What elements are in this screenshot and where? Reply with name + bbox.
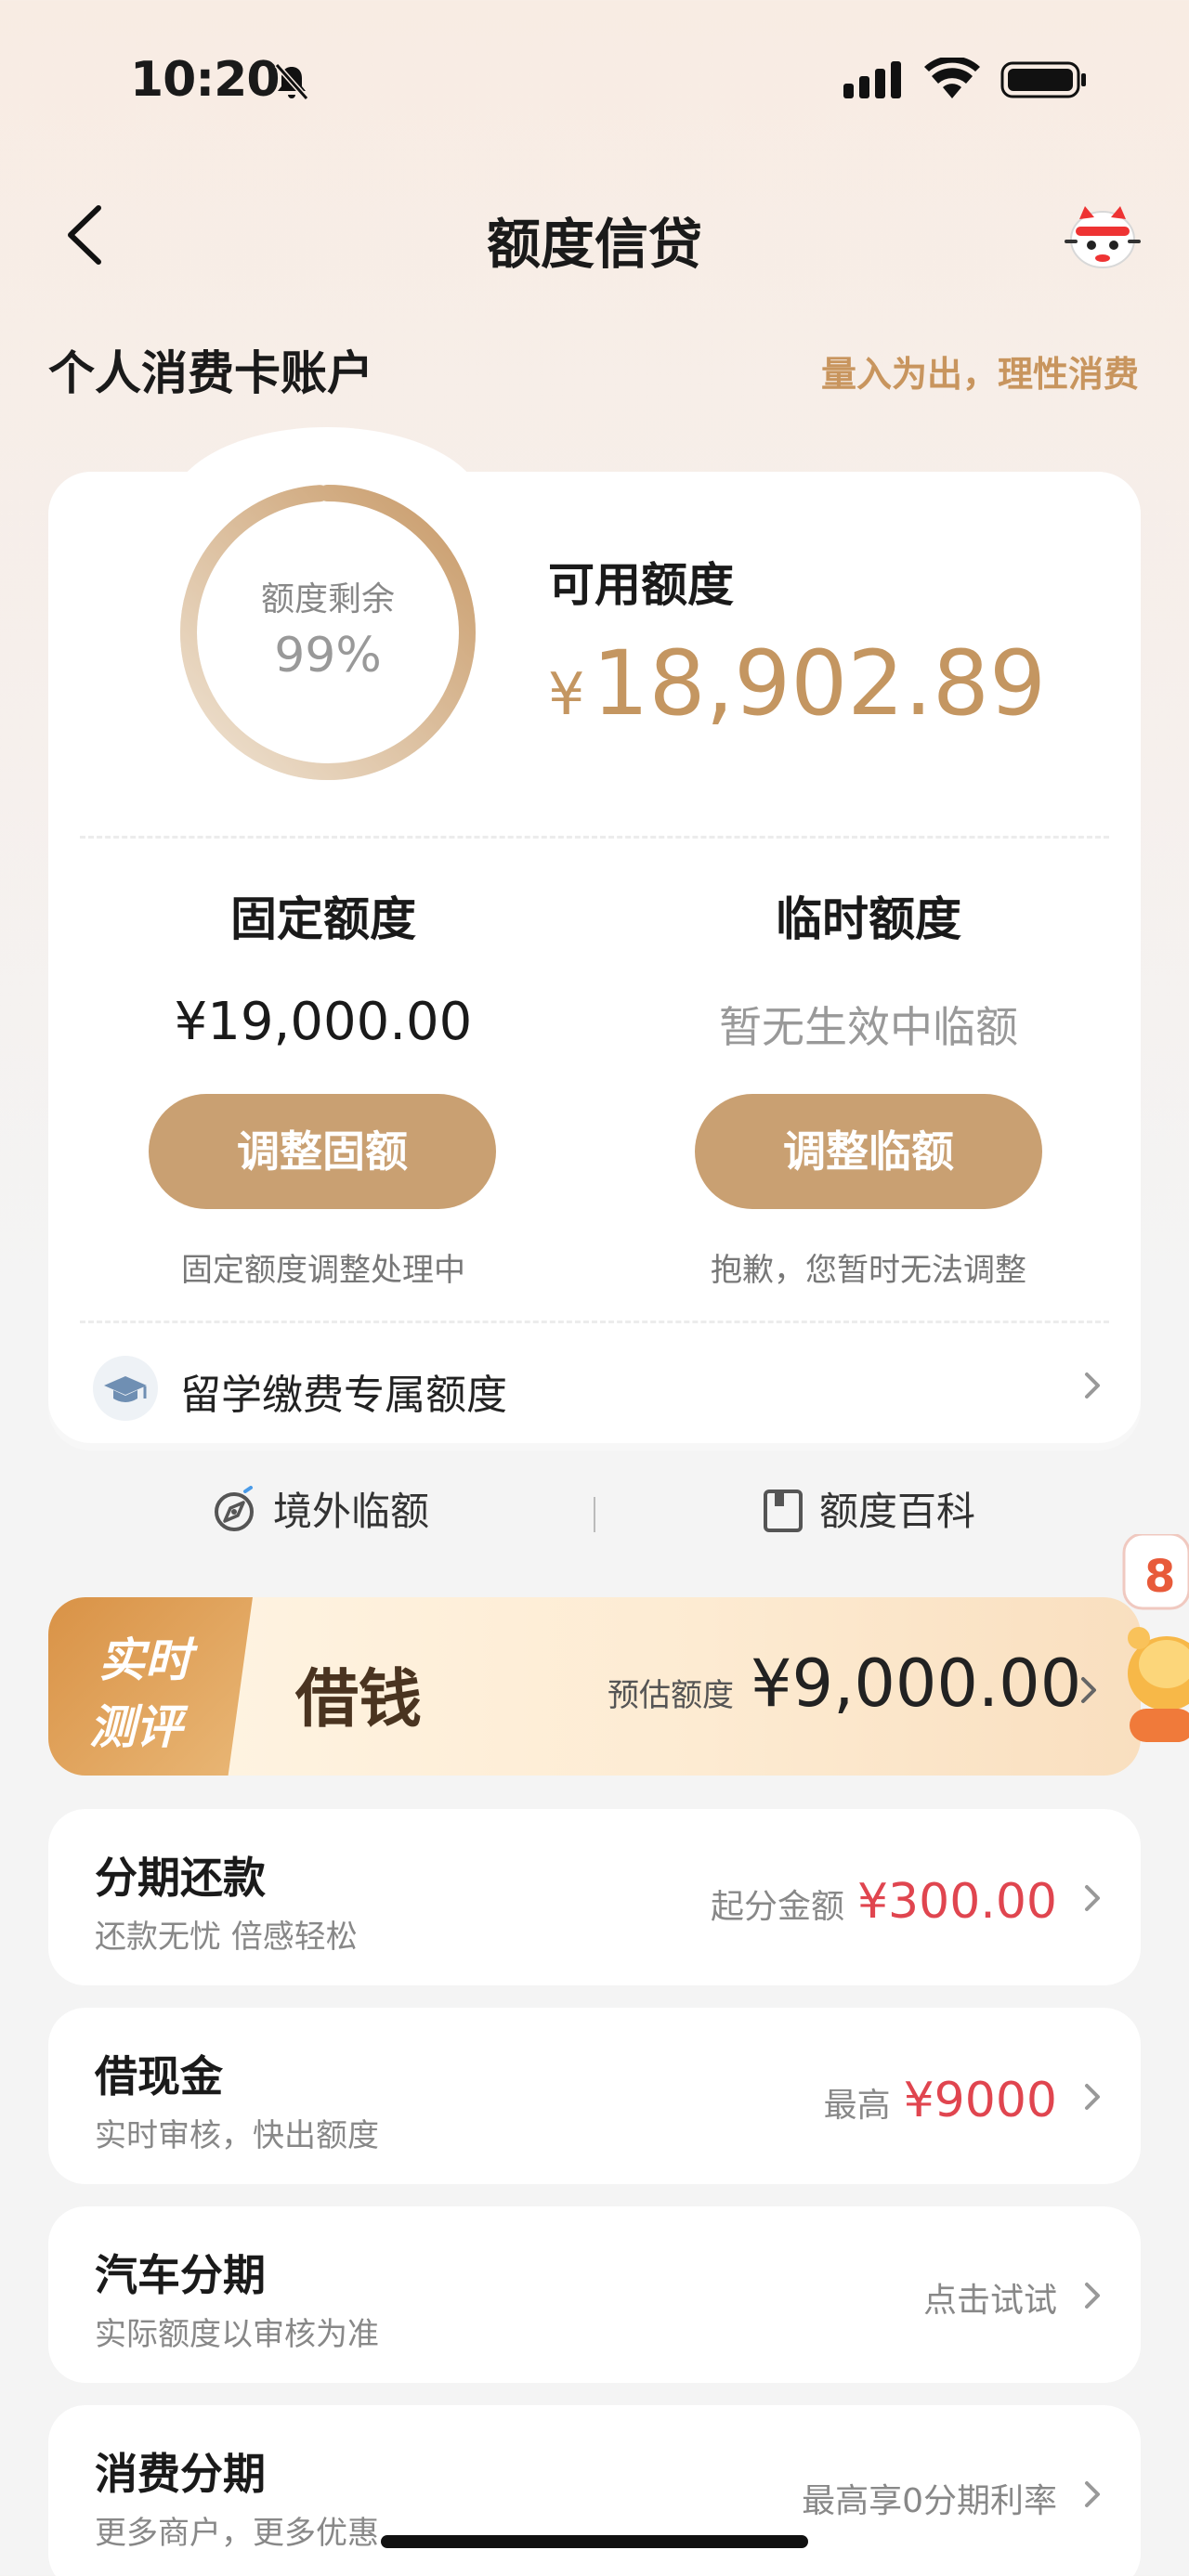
estimated-quota-label: 预估额度 (608, 1677, 734, 1714)
borrow-title: 借钱 (295, 1662, 423, 1737)
page-title: 额度信贷 (486, 213, 702, 276)
row-title: 分期还款 (95, 1853, 266, 1903)
tag-line-1: 实时 (98, 1633, 191, 1687)
status-time: 10:20 (130, 52, 281, 108)
wifi-icon (924, 58, 980, 98)
row-right-info: 最高享0分期利率 (802, 2474, 1057, 2522)
row-subtitle: 还款无忧 倍感轻松 (95, 1919, 358, 1956)
row-right-value: ¥300.00 (856, 1874, 1057, 1930)
slogan-text: 量入为出，理性消费 (820, 354, 1139, 395)
row-subtitle: 实时审核，快出额度 (95, 2117, 379, 2154)
promo-badge-text: 8 (1144, 1551, 1175, 1603)
chevron-right-icon (1081, 1677, 1096, 1703)
row-right-label: 起分金额 (710, 1888, 844, 1926)
adjust-fixed-button[interactable]: 调整固额 (149, 1094, 496, 1209)
adjust-temp-button[interactable]: 调整临额 (695, 1094, 1042, 1209)
row-title: 汽车分期 (95, 2250, 266, 2300)
cellular-signal-icon (843, 61, 901, 98)
available-value: 18,902.89 (592, 631, 1047, 735)
tag-line-2: 测评 (89, 1700, 182, 1754)
study-abroad-label: 留学缴费专属额度 (180, 1372, 507, 1419)
ring-percent: 99% (274, 628, 382, 683)
row-title: 消费分期 (95, 2449, 266, 2499)
book-icon (762, 1488, 804, 1534)
separator (594, 1497, 595, 1532)
floating-promo-icon[interactable]: 8 (1111, 1532, 1189, 1748)
mascot-service-icon[interactable] (1063, 199, 1143, 273)
chevron-right-icon (1085, 1373, 1100, 1399)
row-title: 借现金 (95, 2051, 223, 2101)
row-subtitle: 更多商户，更多优惠 (95, 2515, 379, 2552)
home-indicator[interactable] (381, 2535, 808, 2548)
ring-label: 额度剩余 (260, 580, 395, 618)
temp-quota-title: 临时额度 (776, 892, 961, 946)
chevron-right-icon (1085, 2481, 1100, 2507)
chevron-right-icon (1085, 2283, 1100, 2309)
fixed-quota-title: 固定额度 (230, 892, 416, 946)
divider (80, 1321, 1109, 1323)
fixed-quota-note: 固定额度调整处理中 (181, 1252, 465, 1289)
row-right-info: 最高 ¥9000 (824, 2073, 1057, 2128)
overseas-compass-icon (212, 1486, 260, 1534)
row-right-info: 点击试试 (923, 2273, 1057, 2322)
row-right-label: 最高享0分期利率 (802, 2482, 1057, 2520)
available-label: 可用额度 (548, 558, 734, 612)
quota-wiki-link[interactable]: 额度百科 (819, 1480, 975, 1537)
row-right-label: 点击试试 (922, 2282, 1057, 2320)
row-right-label: 最高 (823, 2087, 891, 2125)
temp-quota-status: 暂无生效中临额 (719, 1002, 1018, 1052)
currency-symbol: ¥ (548, 660, 585, 728)
fixed-quota-amount: ¥19,000.00 (174, 992, 473, 1052)
battery-icon (1000, 61, 1086, 98)
temp-quota-note: 抱歉，您暂时无法调整 (711, 1252, 1026, 1289)
chevron-right-icon (1085, 2084, 1100, 2110)
row-right-info: 起分金额 ¥300.00 (711, 1874, 1057, 1930)
account-title: 个人消费卡账户 (48, 346, 373, 400)
chevron-right-icon (1085, 1885, 1100, 1911)
divider (80, 836, 1109, 839)
estimated-quota-amount: ¥9,000.00 (751, 1646, 1082, 1722)
row-subtitle: 实际额度以审核为准 (95, 2316, 379, 2353)
graduation-cap-icon (93, 1356, 158, 1421)
available-amount: ¥18,902.89 (548, 631, 1046, 735)
row-right-value: ¥9000 (903, 2073, 1057, 2128)
overseas-temp-link[interactable]: 境外临额 (273, 1480, 429, 1537)
mute-bell-icon (274, 63, 309, 100)
